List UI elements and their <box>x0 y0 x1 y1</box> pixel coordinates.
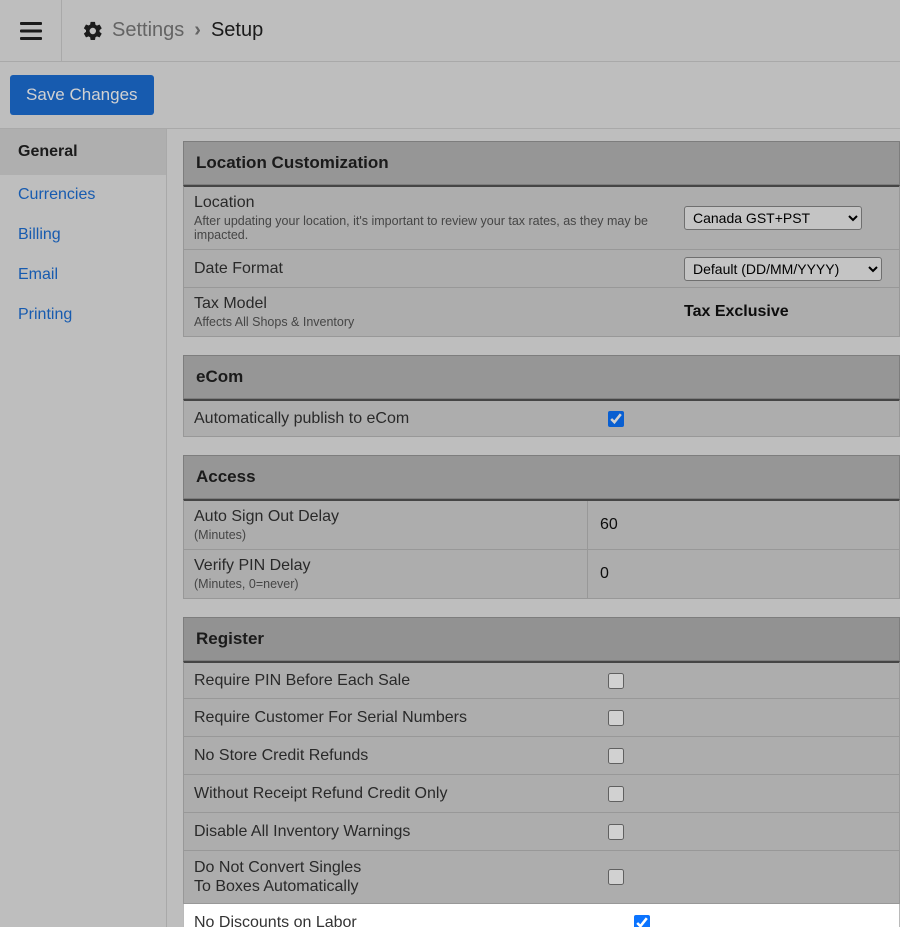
register-row-label: Require Customer For Serial Numbers <box>194 708 588 727</box>
row-verify-pin: Verify PIN Delay (Minutes, 0=never) 0 <box>183 550 900 599</box>
register-row-label: No Store Credit Refunds <box>194 746 588 765</box>
register-row: Disable All Inventory Warnings <box>183 813 900 851</box>
row-auto-sign-out: Auto Sign Out Delay (Minutes) 60 <box>183 499 900 550</box>
action-bar: Save Changes <box>0 62 900 129</box>
tax-model-value: Tax Exclusive <box>684 303 789 321</box>
hamburger-icon <box>20 22 42 40</box>
sidebar: General Currencies Billing Email Printin… <box>0 129 167 927</box>
register-row-checkbox[interactable] <box>608 824 624 840</box>
row-date-format: Date Format Default (DD/MM/YYYY) <box>183 250 900 288</box>
register-row: Without Receipt Refund Credit Only <box>183 775 900 813</box>
register-row: No Discounts on Labor <box>183 904 900 927</box>
row-auto-publish-ecom: Automatically publish to eCom <box>183 399 900 437</box>
register-row-checkbox[interactable] <box>608 869 624 885</box>
register-row: Require Customer For Serial Numbers <box>183 699 900 737</box>
location-hint: After updating your location, it's impor… <box>194 214 674 242</box>
location-label: Location <box>194 194 255 211</box>
date-format-label: Date Format <box>194 260 283 277</box>
register-row-label: Without Receipt Refund Credit Only <box>194 784 588 803</box>
auto-publish-label: Automatically publish to eCom <box>194 409 588 428</box>
register-row: No Store Credit Refunds <box>183 737 900 775</box>
row-location: Location After updating your location, i… <box>183 185 900 250</box>
verify-pin-value[interactable]: 0 <box>598 565 609 583</box>
register-row-checkbox[interactable] <box>608 748 624 764</box>
main-content: Location Customization Location After up… <box>167 129 900 927</box>
section-location-customization: Location Customization <box>183 141 900 185</box>
register-row-label: Disable All Inventory Warnings <box>194 822 588 841</box>
sidebar-item-general[interactable]: General <box>0 129 166 175</box>
save-changes-button[interactable]: Save Changes <box>10 75 154 115</box>
auto-sign-out-label: Auto Sign Out Delay <box>194 508 339 525</box>
location-select[interactable]: Canada GST+PST <box>684 206 862 230</box>
register-row-checkbox[interactable] <box>634 915 650 927</box>
menu-icon[interactable] <box>0 0 62 62</box>
register-row-checkbox[interactable] <box>608 673 624 689</box>
register-row-checkbox[interactable] <box>608 710 624 726</box>
section-ecom: eCom <box>183 355 900 399</box>
tax-model-hint: Affects All Shops & Inventory <box>194 315 674 329</box>
sidebar-item-billing[interactable]: Billing <box>0 215 166 255</box>
breadcrumb-current: Setup <box>211 19 263 42</box>
register-row: Do Not Convert Singles To Boxes Automati… <box>183 851 900 904</box>
verify-pin-hint: (Minutes, 0=never) <box>194 577 577 591</box>
tax-model-label: Tax Model <box>194 295 267 312</box>
row-tax-model: Tax Model Affects All Shops & Inventory … <box>183 288 900 337</box>
register-row-checkbox[interactable] <box>608 786 624 802</box>
breadcrumb-separator: › <box>194 19 201 42</box>
sidebar-item-email[interactable]: Email <box>0 255 166 295</box>
register-row-label: Require PIN Before Each Sale <box>194 671 588 690</box>
register-row-label: Do Not Convert Singles To Boxes Automati… <box>194 858 588 896</box>
date-format-select[interactable]: Default (DD/MM/YYYY) <box>684 257 882 281</box>
register-row: Require PIN Before Each Sale <box>183 661 900 699</box>
top-bar: Settings › Setup <box>0 0 900 62</box>
gear-icon <box>82 20 104 42</box>
section-access: Access <box>183 455 900 499</box>
breadcrumb-settings[interactable]: Settings <box>112 19 184 42</box>
auto-sign-out-hint: (Minutes) <box>194 528 577 542</box>
section-register: Register <box>183 617 900 661</box>
sidebar-item-currencies[interactable]: Currencies <box>0 175 166 215</box>
auto-publish-checkbox[interactable] <box>608 411 624 427</box>
sidebar-item-printing[interactable]: Printing <box>0 295 166 335</box>
breadcrumb: Settings › Setup <box>62 19 263 42</box>
auto-sign-out-value[interactable]: 60 <box>598 516 618 534</box>
verify-pin-label: Verify PIN Delay <box>194 557 310 574</box>
register-row-label: No Discounts on Labor <box>194 913 614 927</box>
